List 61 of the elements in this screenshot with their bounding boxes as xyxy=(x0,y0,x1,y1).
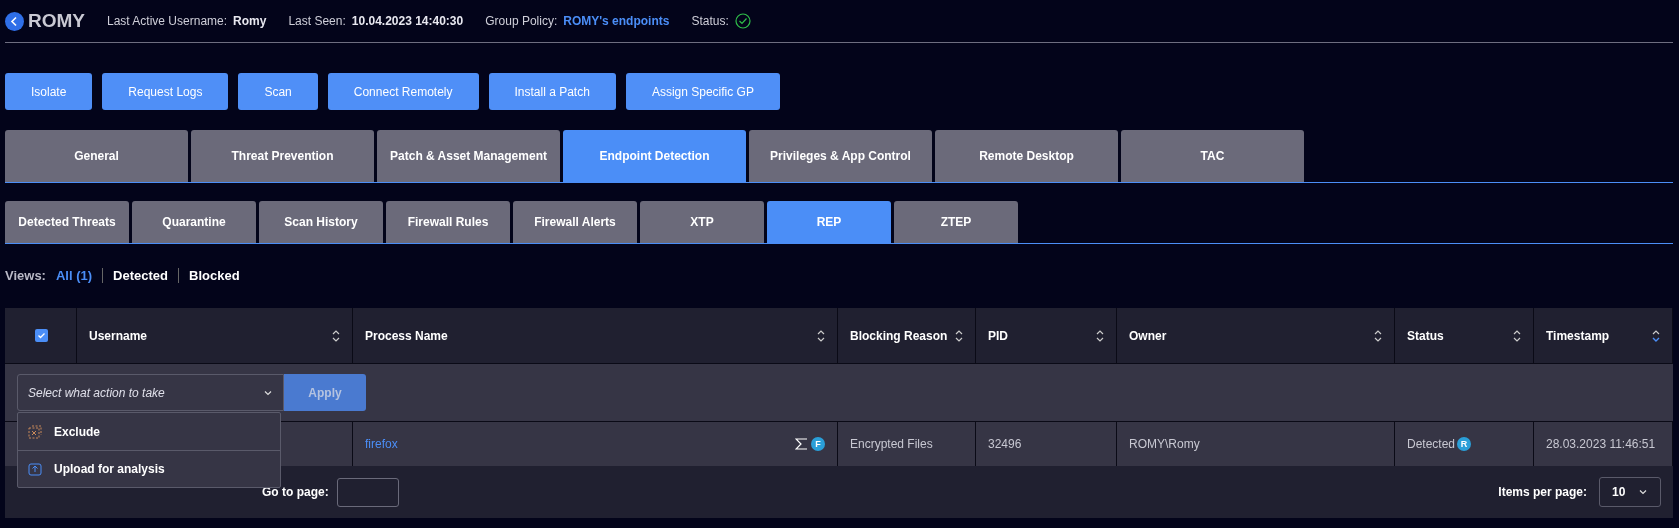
back-icon[interactable] xyxy=(5,11,24,31)
tab[interactable]: General xyxy=(5,130,188,182)
menu-item[interactable]: Exclude xyxy=(18,413,280,450)
page-input[interactable] xyxy=(336,477,399,507)
action-button[interactable]: Request Logs xyxy=(102,73,229,110)
process-badge: F xyxy=(811,437,825,451)
column-header: Process Name xyxy=(365,328,448,343)
chevron-down-icon xyxy=(1638,487,1648,497)
column-header: Owner xyxy=(1129,328,1167,343)
table-cell: 28.03.2023 11:46:51 xyxy=(1534,422,1673,466)
tab[interactable]: Threat Prevention xyxy=(191,130,374,182)
view-filter[interactable]: Blocked xyxy=(178,267,250,283)
action-button[interactable]: Isolate xyxy=(5,73,93,110)
sub-tab[interactable]: Firewall Alerts xyxy=(513,201,637,243)
tab[interactable]: Endpoint Detection xyxy=(563,130,746,182)
status-text: Detected xyxy=(1407,437,1456,451)
status-badge: R xyxy=(1457,437,1472,451)
tab[interactable]: Remote Desktop xyxy=(935,130,1118,182)
endpoint-title: ROMY xyxy=(28,10,85,32)
sub-tab[interactable]: REP xyxy=(767,201,891,243)
column-header: Blocking Reason xyxy=(850,328,948,343)
table-cell: 32496 xyxy=(976,422,1117,466)
column-header: Status xyxy=(1407,328,1444,343)
upload-icon xyxy=(28,462,42,476)
table-cell: Encrypted Files xyxy=(838,422,976,466)
field-label: Last Seen: xyxy=(288,14,346,28)
views-label: Views: xyxy=(5,267,46,283)
exclude-icon xyxy=(28,424,42,439)
view-filter[interactable]: Detected xyxy=(102,267,178,283)
tab[interactable]: Patch & Asset Management xyxy=(377,130,560,182)
action-button[interactable]: Scan xyxy=(238,73,318,110)
field-value: Romy xyxy=(233,14,267,28)
sub-tab[interactable]: Firewall Rules xyxy=(386,201,510,243)
view-filter[interactable]: All (1) xyxy=(55,267,103,283)
field-label: Last Active Username: xyxy=(107,14,228,28)
sub-tab[interactable]: Detected Threats xyxy=(5,201,129,243)
column-header: Username xyxy=(89,328,148,343)
tab[interactable]: TAC xyxy=(1121,130,1304,182)
sub-tab[interactable]: ZTEP xyxy=(894,201,1018,243)
field-label: Status: xyxy=(691,14,729,28)
table-cell: ROMY\Romy xyxy=(1117,422,1395,466)
menu-item[interactable]: Upload for analysis xyxy=(18,450,280,487)
field-value: 10.04.2023 14:40:30 xyxy=(351,14,464,28)
process-link[interactable]: firefox xyxy=(365,437,398,451)
column-header: PID xyxy=(988,328,1008,343)
action-button[interactable]: Assign Specific GP xyxy=(625,73,780,110)
column-header: Timestamp xyxy=(1546,328,1610,343)
action-select[interactable]: Select what action to take xyxy=(17,374,284,411)
sub-tab[interactable]: Quarantine xyxy=(132,201,256,243)
action-button[interactable]: Connect Remotely xyxy=(327,73,479,110)
tab[interactable]: Privileges & App Control xyxy=(749,130,932,182)
sub-tab[interactable]: XTP xyxy=(640,201,764,243)
items-per-page-label: Items per page: xyxy=(1498,485,1587,499)
select-all-checkbox[interactable] xyxy=(35,329,48,342)
checkmark-icon xyxy=(37,331,46,340)
sigma-icon xyxy=(795,438,808,450)
field-label: Group Policy: xyxy=(485,14,558,28)
group-policy-link[interactable]: ROMY's endpoints xyxy=(563,14,670,28)
sub-tab[interactable]: Scan History xyxy=(259,201,383,243)
items-per-page-select[interactable]: 10 xyxy=(1599,477,1661,507)
action-button[interactable]: Install a Patch xyxy=(488,73,616,110)
